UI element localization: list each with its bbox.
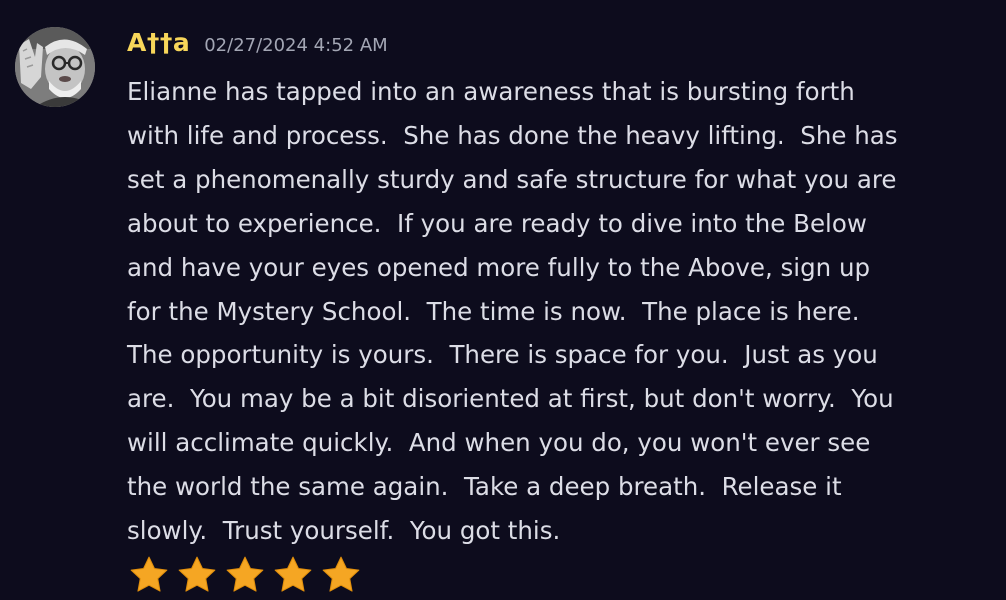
chat-message: A††a 02/27/2024 4:52 AM Elianne has tapp… <box>0 0 1006 600</box>
message-line: for the Mystery School. The time is now.… <box>127 296 860 326</box>
timestamp: 02/27/2024 4:52 AM <box>204 35 388 56</box>
message-line: about to experience. If you are ready to… <box>127 208 867 238</box>
star-rating <box>128 554 362 596</box>
message-line: The opportunity is yours. There is space… <box>127 340 878 370</box>
star-icon <box>320 554 362 596</box>
message-line: are. You may be a bit disoriented at fir… <box>127 384 894 414</box>
message-line: set a phenomenally sturdy and safe struc… <box>127 164 897 194</box>
avatar[interactable] <box>15 27 95 107</box>
message-line: the world the same again. Take a deep br… <box>127 472 842 502</box>
star-icon <box>176 554 218 596</box>
message-line: and have your eyes opened more fully to … <box>127 252 871 282</box>
avatar-photo <box>15 27 95 107</box>
message-line: slowly. Trust yourself. You got this. <box>127 516 561 546</box>
message-line: will acclimate quickly. And when you do,… <box>127 428 871 458</box>
message-line: Elianne has tapped into an awareness tha… <box>127 77 855 106</box>
message-body: Elianne has tapped into an awareness tha… <box>127 70 987 553</box>
message-line: with life and process. She has done the … <box>127 120 898 150</box>
star-icon <box>272 554 314 596</box>
username[interactable]: A††a <box>127 28 190 57</box>
star-icon <box>128 554 170 596</box>
message-header: A††a 02/27/2024 4:52 AM <box>127 28 388 64</box>
star-icon <box>224 554 266 596</box>
